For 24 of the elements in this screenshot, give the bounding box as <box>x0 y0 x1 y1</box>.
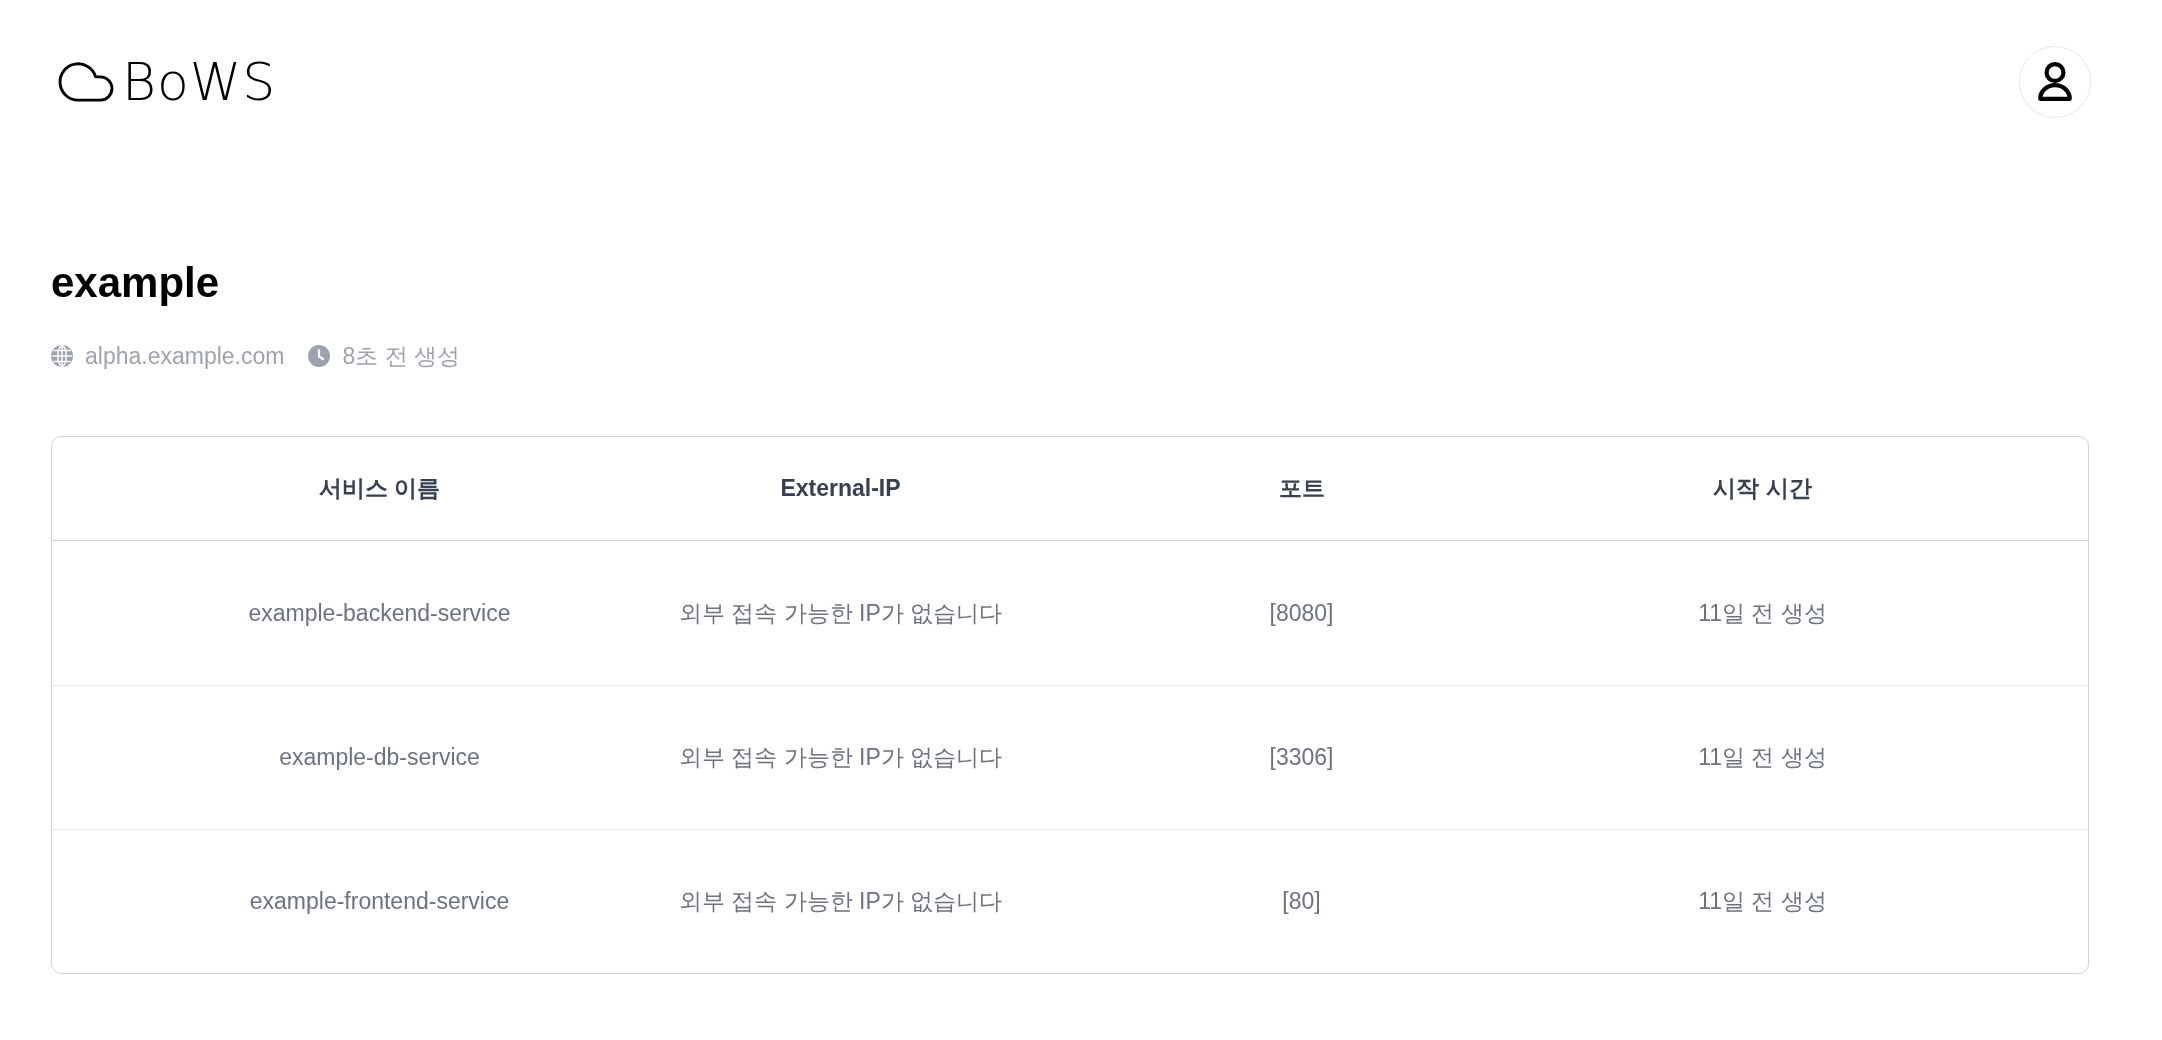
table-cell-text: 11일 전 생성 <box>1698 743 1827 772</box>
table-cell: [3306] <box>1269 744 1334 771</box>
table-cell: [80] <box>1282 888 1321 915</box>
cloud-icon <box>58 62 114 102</box>
table-cell-text: 외부 접속 가능한 IP가 없습니다 <box>678 598 1003 628</box>
domain-text: alpha.example.com <box>85 342 285 370</box>
column-header: External-IP <box>780 475 901 502</box>
column-header: 포트 <box>1278 474 1325 503</box>
user-icon <box>2037 62 2073 102</box>
column-header: 서비스 이름 <box>318 474 441 503</box>
table-cell: example-backend-service <box>248 599 511 627</box>
table-cell-text: 11일 전 생성 <box>1698 598 1827 628</box>
table-cell: example-db-service <box>279 744 480 771</box>
globe-icon <box>51 345 73 367</box>
clock-icon <box>308 345 331 367</box>
table-cell-text: 11일 전 생성 <box>1698 887 1827 916</box>
table-cell-text: 외부 접속 가능한 IP가 없습니다 <box>678 743 1003 772</box>
table-cell: example-frontend-service <box>249 888 510 915</box>
created-time-text: 8초 전 생성 <box>342 341 461 371</box>
project-title: example <box>51 258 220 308</box>
column-header: 시작 시간 <box>1713 474 1812 503</box>
table-cell: [8080] <box>1269 599 1334 627</box>
table-cell-text: 외부 접속 가능한 IP가 없습니다 <box>678 887 1003 916</box>
logo-link[interactable]: BoWS <box>58 52 277 112</box>
